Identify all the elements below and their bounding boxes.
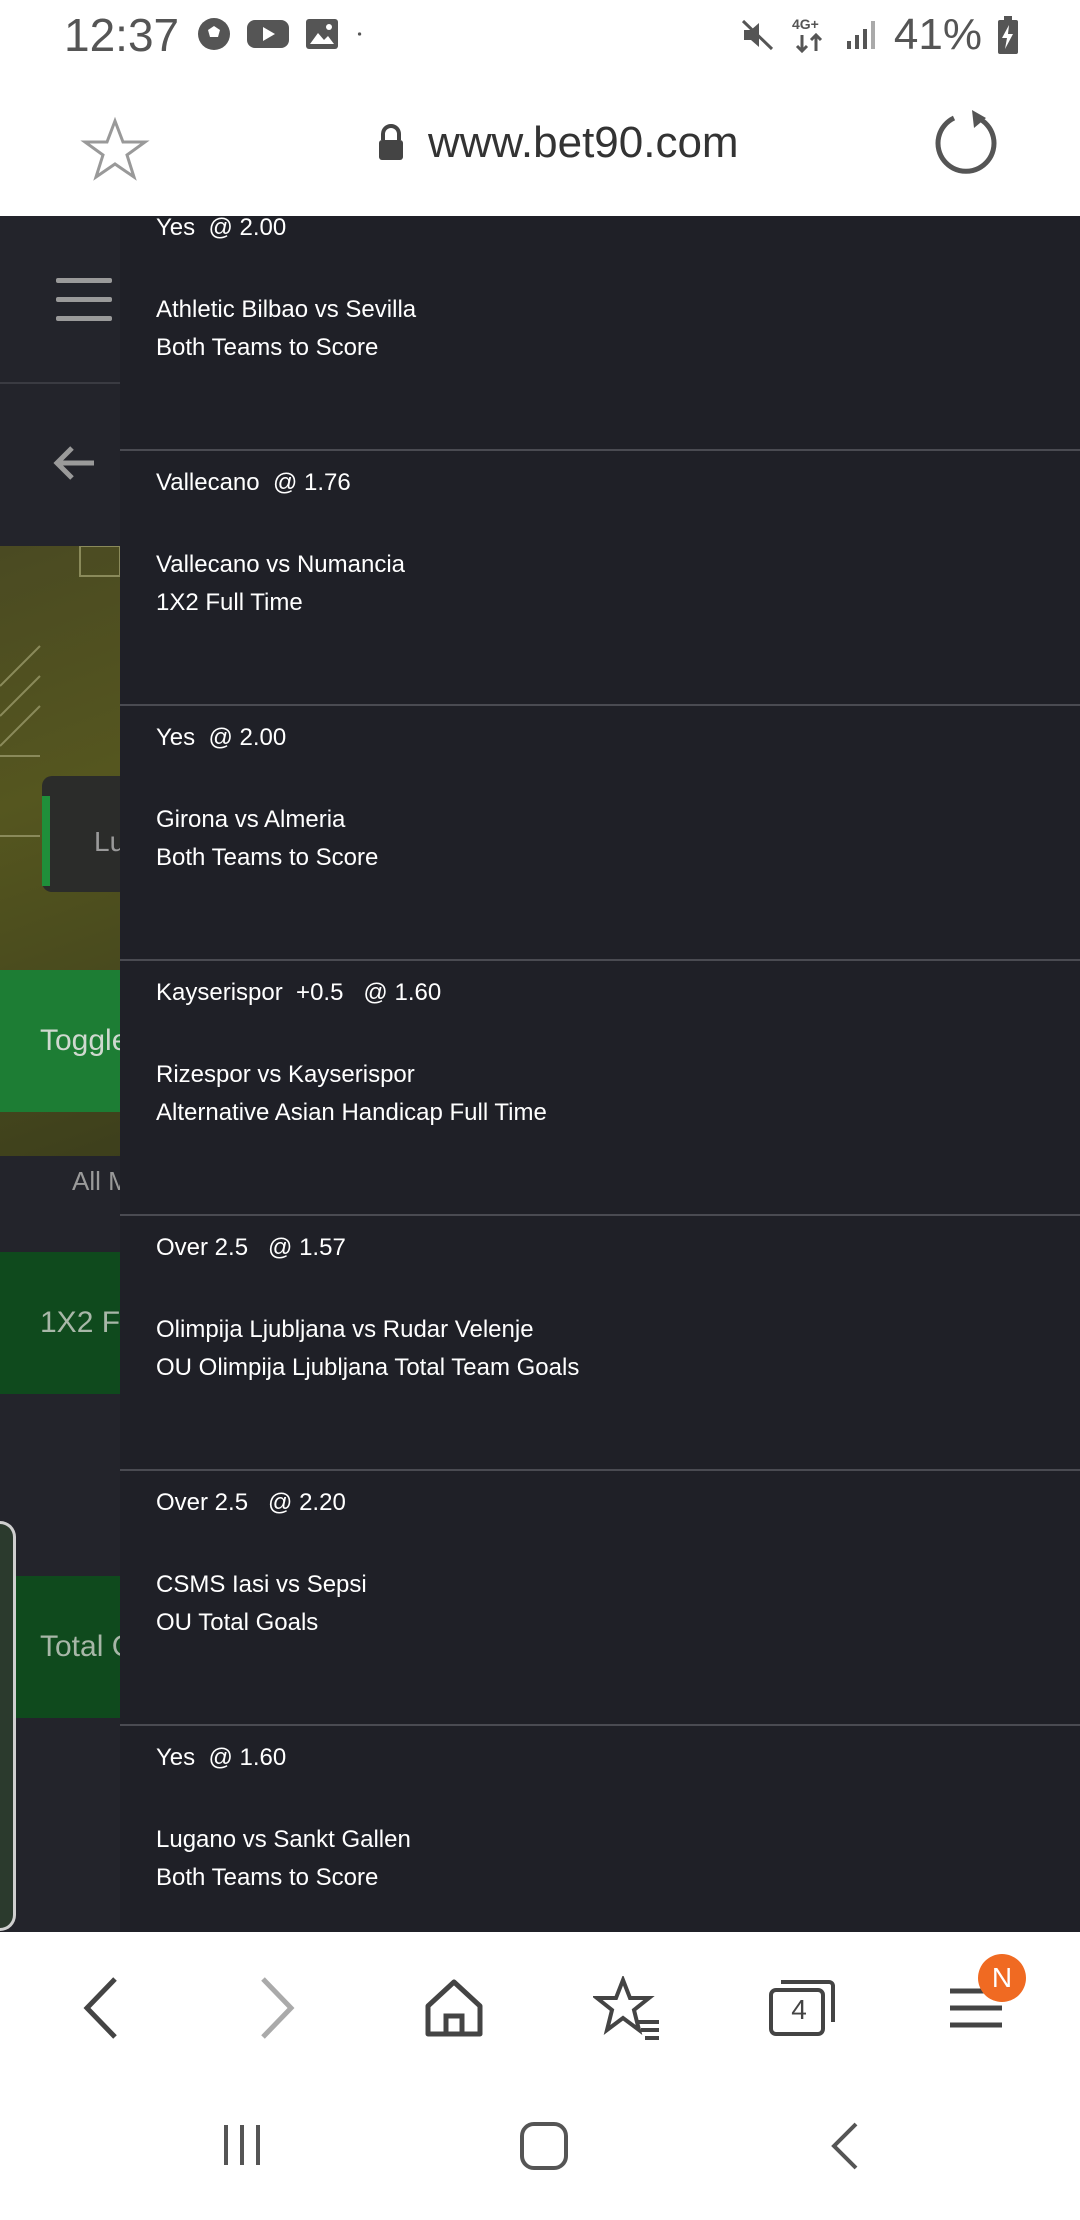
bet-selection: Over 2.5 @ 2.20 xyxy=(156,1489,346,1516)
youtube-icon xyxy=(247,20,289,48)
toggle-button[interactable]: Toggle xyxy=(0,970,130,1112)
side-scroll-handle[interactable] xyxy=(0,1521,16,1931)
reload-button[interactable] xyxy=(928,106,1004,182)
bet-selection: Kayserispor +0.5 @ 1.60 xyxy=(156,979,442,1006)
bet-market: OU Total Goals xyxy=(156,1609,319,1636)
tabs-count: 4 xyxy=(791,1994,807,2025)
bet-selection: Yes @ 1.60 xyxy=(156,1744,287,1771)
back-arrow-icon[interactable] xyxy=(50,438,100,488)
system-status-icons: 4G+ 41% xyxy=(740,10,1020,60)
bet-item[interactable]: Yes @ 1.60 Lugano vs Sankt Gallen Both T… xyxy=(120,1726,1080,1932)
browser-url-bar: www.bet90.com xyxy=(0,70,1080,216)
bet-item[interactable]: Over 2.5 @ 1.57 Olimpija Ljubljana vs Ru… xyxy=(120,1216,1080,1471)
chevron-left-icon xyxy=(83,1977,117,2039)
bet-market: Both Teams to Score xyxy=(156,334,379,361)
bet-match: Vallecano vs Numancia xyxy=(156,551,406,578)
market-1x2-button[interactable]: 1X2 Fu xyxy=(0,1252,130,1394)
lock-icon xyxy=(379,124,403,160)
bet-item[interactable]: Vallecano @ 1.76 Vallecano vs Numancia 1… xyxy=(120,451,1080,706)
bet-match: Olimpija Ljubljana vs Rudar Velenje xyxy=(156,1316,534,1343)
network-label: 4G+ xyxy=(792,16,819,32)
notification-badge: N xyxy=(978,1954,1026,2002)
bet-item[interactable]: Over 2.5 @ 2.20 CSMS Iasi vs Sepsi OU To… xyxy=(120,1471,1080,1726)
soccer-ball-icon xyxy=(198,18,230,50)
bet-match: Girona vs Almeria xyxy=(156,806,346,833)
bet-selection: Yes @ 2.00 xyxy=(156,216,287,241)
bet-item[interactable]: Kayserispor +0.5 @ 1.60 Rizespor vs Kays… xyxy=(120,961,1080,1216)
bet-match: CSMS Iasi vs Sepsi xyxy=(156,1571,367,1598)
bet-selection: Vallecano @ 1.76 xyxy=(156,469,351,496)
bookmarks-star-icon xyxy=(593,1976,659,2040)
browser-back-button[interactable] xyxy=(62,1968,142,2048)
market-total-button[interactable]: Total G xyxy=(0,1576,130,1718)
bookmark-star-button[interactable] xyxy=(80,115,150,185)
background-page: Lu Toggle All M 1X2 Fu Total G xyxy=(0,216,132,1932)
battery-percent: 41% xyxy=(893,10,982,59)
4g-data-icon: 4G+ xyxy=(792,16,822,54)
status-time: 12:37 xyxy=(64,9,180,61)
bet-match: Lugano vs Sankt Gallen xyxy=(156,1826,411,1853)
image-icon xyxy=(306,19,338,49)
home-square-icon[interactable] xyxy=(518,2120,570,2172)
home-icon xyxy=(425,1979,483,2037)
chevron-right-icon xyxy=(261,1977,295,2039)
header-divider xyxy=(0,382,130,384)
status-bar: 12:37 4G+ 41% xyxy=(0,0,1080,70)
bet-market: OU Olimpija Ljubljana Total Team Goals xyxy=(156,1354,580,1381)
menu-icon[interactable] xyxy=(56,278,112,322)
notification-icons xyxy=(196,16,374,52)
recent-apps-icon[interactable] xyxy=(218,2120,268,2170)
dot-icon xyxy=(357,32,362,36)
system-navigation-bar xyxy=(0,2080,1080,2220)
tabs-button[interactable]: 4 xyxy=(762,1968,842,2048)
signal-icon xyxy=(846,21,875,49)
bet-selection: Yes @ 2.00 xyxy=(156,724,287,751)
bet-item[interactable]: Yes @ 2.00 Athletic Bilbao vs Sevilla Bo… xyxy=(120,216,1080,451)
mute-icon xyxy=(741,19,773,51)
browser-toolbar: 4 N xyxy=(0,1932,1080,2080)
url-text: www.bet90.com xyxy=(428,118,739,167)
bet-market: Both Teams to Score xyxy=(156,1864,379,1891)
system-back-icon[interactable] xyxy=(826,2120,866,2172)
battery-charging-icon xyxy=(998,16,1018,54)
bet-market: Both Teams to Score xyxy=(156,844,379,871)
bet-item[interactable]: Yes @ 2.00 Girona vs Almeria Both Teams … xyxy=(120,706,1080,961)
web-content: Lu Toggle All M 1X2 Fu Total G Yes @ 2.0… xyxy=(0,216,1080,1932)
hero-accent xyxy=(42,796,50,886)
bookmarks-button[interactable] xyxy=(588,1968,668,2048)
browser-forward-button[interactable] xyxy=(236,1968,316,2048)
bet-match: Rizespor vs Kayserispor xyxy=(156,1061,415,1088)
bet-market: 1X2 Full Time xyxy=(156,589,303,616)
home-button[interactable] xyxy=(414,1968,494,2048)
bet-slip-panel: Yes @ 2.00 Athletic Bilbao vs Sevilla Bo… xyxy=(120,216,1080,1932)
bet-match: Athletic Bilbao vs Sevilla xyxy=(156,296,417,323)
bet-market: Alternative Asian Handicap Full Time xyxy=(156,1099,547,1126)
bet-selection: Over 2.5 @ 1.57 xyxy=(156,1234,346,1261)
address-field[interactable]: www.bet90.com xyxy=(376,118,739,168)
